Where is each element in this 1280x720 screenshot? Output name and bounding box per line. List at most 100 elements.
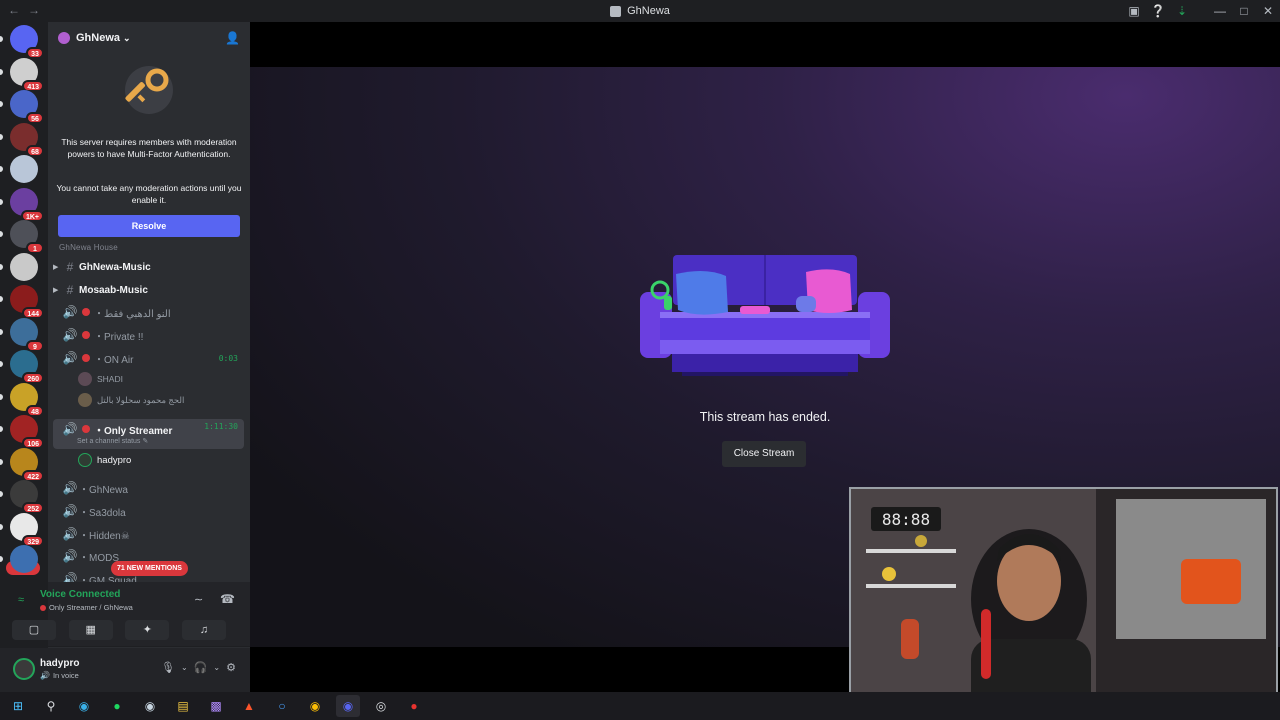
- headphones-icon[interactable]: 🎧: [194, 661, 208, 674]
- user-avatar[interactable]: [13, 658, 35, 680]
- category-header[interactable]: GhNewa House: [59, 243, 118, 252]
- window-title: GhNewa: [610, 5, 670, 17]
- server-icon[interactable]: 422: [10, 447, 44, 482]
- channel-mosaab-music[interactable]: ▶ # Mosaab-Music: [53, 280, 244, 300]
- server-icon[interactable]: 48: [10, 382, 44, 417]
- brave-browser-icon[interactable]: ▲: [237, 695, 261, 717]
- server-icon[interactable]: [10, 155, 38, 183]
- speaker-icon: 🔊: [62, 422, 78, 436]
- voice-status[interactable]: Voice Connected: [40, 589, 120, 600]
- voice-channel-ghnewa[interactable]: 🔊 ・GhNewa: [53, 478, 244, 498]
- windows-start-icon[interactable]: ⊞: [6, 695, 30, 717]
- server-icon[interactable]: 1K+: [10, 187, 44, 222]
- chrome-icon[interactable]: ◉: [303, 695, 327, 717]
- discord-taskbar-icon[interactable]: ◉: [336, 695, 360, 717]
- os-taskbar: ⊞ ⚲ ◉ ● ◉ ▤ ▩ ▲ ○ ◉ ◉ ◎ ●: [0, 692, 1280, 720]
- download-icon[interactable]: ⇣: [1170, 4, 1194, 18]
- speaker-icon: 🔊: [62, 481, 78, 495]
- search-icon[interactable]: ⚲: [39, 695, 63, 717]
- back-arrow-icon[interactable]: ←: [8, 3, 20, 17]
- channel-status[interactable]: Set a channel status ✎: [77, 437, 148, 445]
- mention-count-badge: 48: [26, 404, 44, 417]
- minimize-icon[interactable]: —: [1208, 4, 1232, 18]
- user-name[interactable]: hadypro: [40, 658, 79, 669]
- avatar: [78, 393, 92, 407]
- app-icon: [610, 5, 622, 17]
- screen-share-button-icon[interactable]: ▦: [68, 620, 113, 640]
- screen-share-icon[interactable]: ▣: [1122, 4, 1146, 18]
- unread-indicator: [0, 556, 3, 562]
- obs-icon[interactable]: ◎: [369, 695, 393, 717]
- server-icon[interactable]: 68: [10, 122, 44, 157]
- speaker-icon: 🔊: [62, 549, 78, 563]
- unread-indicator: [0, 491, 3, 497]
- server-header[interactable]: GhNewa ⌄ 👤: [48, 22, 250, 54]
- speaker-icon: 🔊: [62, 328, 78, 342]
- settings-gear-icon[interactable]: ⚙: [226, 661, 236, 674]
- server-icon[interactable]: 144: [10, 285, 44, 319]
- edge-browser-icon[interactable]: ◉: [72, 695, 96, 717]
- voice-channel-private[interactable]: 🔊 ・Private !!: [53, 325, 244, 345]
- server-name: GhNewa: [76, 32, 121, 44]
- forward-arrow-icon[interactable]: →: [28, 3, 40, 17]
- cortana-icon[interactable]: ○: [270, 695, 294, 717]
- server-icon[interactable]: 56: [10, 90, 44, 124]
- direct-messages-icon[interactable]: 33: [10, 25, 44, 59]
- voice-channel-arabic[interactable]: 🔊 ・النو الدهبي فقط: [53, 302, 244, 322]
- mention-count-badge: 9: [26, 339, 44, 352]
- resolve-button[interactable]: Resolve: [58, 215, 240, 237]
- channel-ghnewa-music[interactable]: ▶ # GhNewa-Music: [53, 257, 244, 277]
- unread-indicator: [0, 458, 3, 465]
- server-icon[interactable]: 1: [10, 220, 44, 254]
- voice-channel-hidden[interactable]: 🔊 ・Hidden☠: [53, 524, 244, 544]
- close-stream-button[interactable]: Close Stream: [722, 441, 806, 467]
- file-explorer-icon[interactable]: ▤: [171, 695, 195, 717]
- server-icon[interactable]: 413: [10, 57, 44, 92]
- invite-people-icon[interactable]: 👤: [225, 31, 240, 45]
- noise-suppression-icon[interactable]: ∼: [194, 593, 203, 606]
- window-controls: ▣ ❔ ⇣ — □ ✕: [1122, 0, 1280, 22]
- steam-icon[interactable]: ◉: [138, 695, 162, 717]
- spotify-icon[interactable]: ●: [105, 695, 129, 717]
- chevron-down-icon[interactable]: ⌄: [213, 663, 220, 674]
- voice-channel-link[interactable]: Only Streamer / GhNewa: [40, 603, 133, 612]
- unread-indicator: [0, 296, 3, 302]
- unread-indicator: [0, 426, 3, 432]
- server-icon[interactable]: [10, 252, 38, 281]
- microphone-icon[interactable]: 🎙: [161, 661, 175, 674]
- voice-member-shadi[interactable]: SHADI: [78, 370, 123, 388]
- speaker-icon: 🔊: [62, 527, 78, 541]
- premiere-icon[interactable]: ▩: [204, 695, 228, 717]
- live-dot-icon: [82, 425, 90, 433]
- user-controls: 🎙 ⌄ 🎧 ⌄ ⚙: [161, 661, 236, 674]
- new-mentions-pill[interactable]: 71 NEW MENTIONS: [111, 561, 188, 576]
- server-icon[interactable]: 329: [10, 512, 44, 547]
- voice-channel-sa3dola[interactable]: 🔊 ・Sa3dola: [53, 501, 244, 521]
- voice-member-hadypro[interactable]: hadypro: [78, 451, 131, 469]
- maximize-icon[interactable]: □: [1232, 4, 1256, 18]
- unread-indicator: [0, 328, 3, 335]
- mention-count-badge: 68: [26, 144, 44, 157]
- voice-channel-on-air[interactable]: 🔊 ・ON Air 0:03: [53, 348, 244, 368]
- live-dot-icon: [82, 331, 90, 339]
- channel-timer: 0:03: [218, 353, 238, 363]
- disconnect-icon[interactable]: ☎: [220, 592, 235, 606]
- camera-off-icon[interactable]: ▢: [12, 620, 56, 640]
- stream-ended-message: This stream has ended.: [699, 410, 831, 424]
- chevron-down-icon[interactable]: ⌄: [181, 663, 188, 674]
- hashtag-icon: #: [66, 283, 74, 297]
- soundboard-icon[interactable]: ♫: [181, 620, 226, 640]
- server-icon[interactable]: 260: [10, 350, 44, 384]
- activities-icon[interactable]: ✦: [125, 620, 170, 640]
- server-icon[interactable]: 106: [10, 415, 44, 449]
- server-icon[interactable]: [10, 545, 38, 573]
- voice-member-arabic[interactable]: الحج محمود سحلولا بالتل: [78, 391, 184, 409]
- server-icon[interactable]: 252: [10, 480, 44, 514]
- history-nav: ← →: [8, 3, 40, 17]
- server-icon[interactable]: 9: [10, 317, 44, 352]
- mention-count-badge: 56: [26, 112, 44, 124]
- recording-app-icon[interactable]: ●: [402, 695, 426, 717]
- connection-signal-icon[interactable]: ≈: [18, 594, 24, 606]
- help-icon[interactable]: ❔: [1146, 4, 1170, 18]
- close-window-icon[interactable]: ✕: [1256, 4, 1280, 18]
